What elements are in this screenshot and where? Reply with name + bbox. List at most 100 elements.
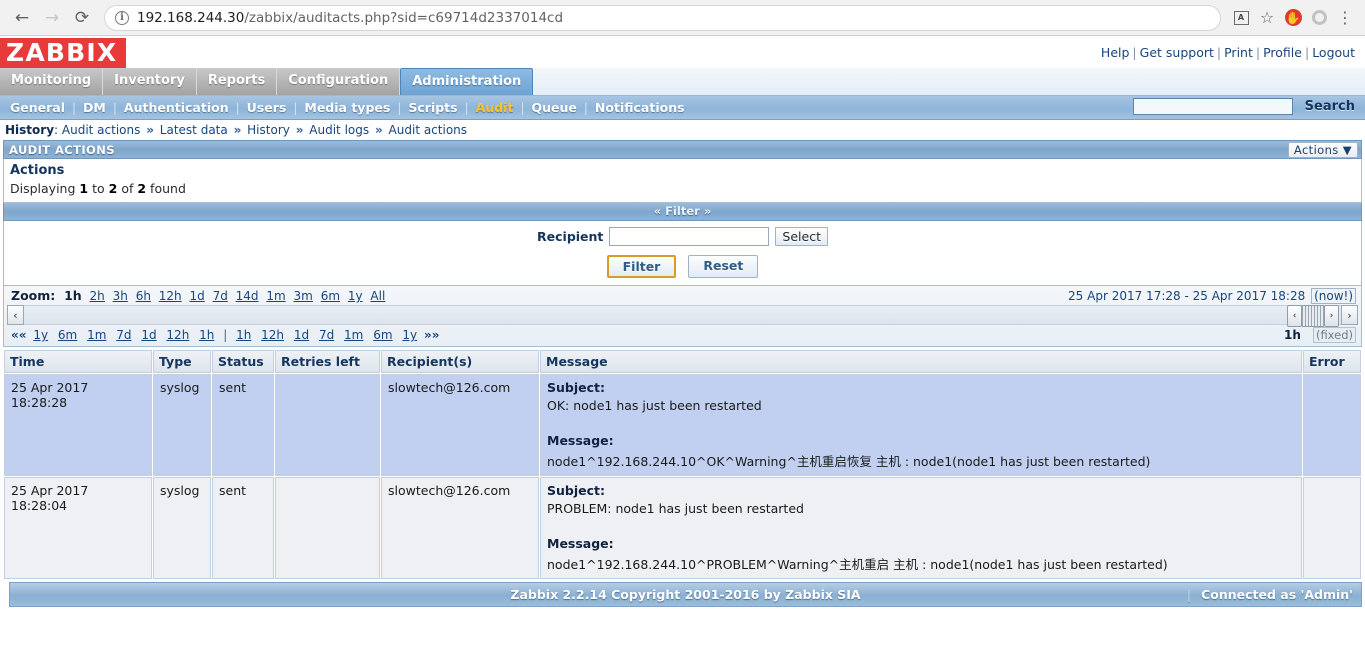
zoom-1m[interactable]: 1m xyxy=(266,289,285,303)
address-bar[interactable]: i 192.168.244.30/zabbix/auditacts.php?si… xyxy=(104,5,1221,31)
nav-prev-7d[interactable]: 7d xyxy=(116,328,131,342)
back-arrow-icon[interactable]: ← xyxy=(8,4,36,32)
nav-next-chevron[interactable]: »» xyxy=(424,328,440,342)
slider-scroll-right-button[interactable]: › xyxy=(1341,305,1358,325)
subnav-audit[interactable]: Audit xyxy=(473,100,517,115)
time-slider-track[interactable]: ‹ › xyxy=(24,305,1341,325)
tab-reports[interactable]: Reports xyxy=(197,68,277,95)
nav-next-1y[interactable]: 1y xyxy=(402,328,417,342)
breadcrumb-sep: » xyxy=(375,123,383,137)
count-of: of xyxy=(121,181,133,196)
handle-right-arrow-icon[interactable]: › xyxy=(1324,305,1339,327)
subnav-queue[interactable]: Queue xyxy=(528,100,579,115)
column-time[interactable]: Time xyxy=(4,350,152,373)
zoom-3h[interactable]: 3h xyxy=(113,289,128,303)
zoom-6m[interactable]: 6m xyxy=(321,289,340,303)
search-area: Search xyxy=(1133,98,1361,115)
nav-prev-6m[interactable]: 6m xyxy=(58,328,77,342)
breadcrumb-item-3[interactable]: Audit logs xyxy=(309,123,369,137)
nav-prev-chevron[interactable]: «« xyxy=(11,328,27,342)
zoom-12h[interactable]: 12h xyxy=(159,289,182,303)
browser-menu-icon[interactable]: ⋮ xyxy=(1333,6,1357,30)
link-get-support[interactable]: Get support xyxy=(1140,45,1214,60)
tab-administration[interactable]: Administration xyxy=(400,68,533,95)
table-row[interactable]: 25 Apr 2017 18:28:04 syslog sent slowtec… xyxy=(4,477,1361,579)
translate-icon[interactable]: A xyxy=(1229,6,1253,30)
time-nav-links: «« 1y 6m 1m 7d 1d 12h 1h | 1h 12h 1d 7d … xyxy=(11,328,439,342)
column-status[interactable]: Status xyxy=(212,350,274,373)
subnav-scripts[interactable]: Scripts xyxy=(405,100,460,115)
adblock-extension-icon[interactable]: ✋ xyxy=(1281,6,1305,30)
breadcrumb-item-0[interactable]: Audit actions xyxy=(62,123,140,137)
subnav-authentication[interactable]: Authentication xyxy=(121,100,232,115)
handle-left-arrow-icon[interactable]: ‹ xyxy=(1287,305,1302,327)
actions-panel: Actions Displaying 1 to 2 of 2 found xyxy=(3,159,1362,203)
subnav-general[interactable]: General xyxy=(7,100,68,115)
subnav-users[interactable]: Users xyxy=(244,100,290,115)
duration-label: 1h xyxy=(1284,328,1301,342)
nav-prev-12h[interactable]: 12h xyxy=(166,328,189,342)
nav-prev-1y[interactable]: 1y xyxy=(33,328,48,342)
tab-monitoring[interactable]: Monitoring xyxy=(0,68,103,95)
link-logout[interactable]: Logout xyxy=(1312,45,1355,60)
breadcrumb-item-1[interactable]: Latest data xyxy=(160,123,228,137)
link-help[interactable]: Help xyxy=(1101,45,1130,60)
extension-circle-icon[interactable] xyxy=(1307,6,1331,30)
actions-dropdown[interactable]: Actions ▼ xyxy=(1288,142,1358,158)
nav-next-6m[interactable]: 6m xyxy=(373,328,392,342)
nav-prev-1d[interactable]: 1d xyxy=(141,328,156,342)
slider-scroll-left-button[interactable]: ‹ xyxy=(7,305,24,325)
link-print[interactable]: Print xyxy=(1224,45,1253,60)
zoom-6h[interactable]: 6h xyxy=(136,289,151,303)
nav-next-1h[interactable]: 1h xyxy=(236,328,251,342)
recipient-input[interactable] xyxy=(609,227,769,246)
fixed-toggle[interactable]: (fixed) xyxy=(1313,327,1356,343)
nav-next-7d[interactable]: 7d xyxy=(319,328,334,342)
reset-button[interactable]: Reset xyxy=(688,255,758,278)
zoom-1d[interactable]: 1d xyxy=(189,289,204,303)
nav-next-12h[interactable]: 12h xyxy=(261,328,284,342)
subnav-notifications[interactable]: Notifications xyxy=(592,100,688,115)
table-row[interactable]: 25 Apr 2017 18:28:28 syslog sent slowtec… xyxy=(4,374,1361,476)
site-info-icon[interactable]: i xyxy=(115,11,129,25)
column-recipients[interactable]: Recipient(s) xyxy=(381,350,539,373)
nav-prev-1m[interactable]: 1m xyxy=(87,328,106,342)
tab-inventory[interactable]: Inventory xyxy=(103,68,197,95)
zoom-all[interactable]: All xyxy=(370,289,385,303)
cell-time: 25 Apr 2017 18:28:28 xyxy=(4,374,152,476)
bookmark-star-icon[interactable]: ☆ xyxy=(1255,6,1279,30)
reload-icon[interactable]: ⟳ xyxy=(68,4,96,32)
breadcrumb-item-4[interactable]: Audit actions xyxy=(389,123,467,137)
range-from[interactable]: 25 Apr 2017 17:28 xyxy=(1068,289,1181,303)
tab-configuration[interactable]: Configuration xyxy=(277,68,400,95)
filter-button[interactable]: Filter xyxy=(607,255,677,278)
time-slider-handle[interactable]: ‹ › xyxy=(1287,305,1341,327)
url-text: 192.168.244.30/zabbix/auditacts.php?sid=… xyxy=(137,10,563,26)
column-retries-left[interactable]: Retries left xyxy=(275,350,380,373)
nav-next-1d[interactable]: 1d xyxy=(294,328,309,342)
zoom-1y[interactable]: 1y xyxy=(348,289,363,303)
subnav-media-types[interactable]: Media types xyxy=(301,100,393,115)
range-to[interactable]: 25 Apr 2017 18:28 xyxy=(1193,289,1306,303)
zabbix-logo: ZABBIX xyxy=(0,38,126,68)
search-button[interactable]: Search xyxy=(1299,99,1361,114)
nav-next-1m[interactable]: 1m xyxy=(344,328,363,342)
handle-grip-icon[interactable] xyxy=(1302,305,1324,327)
select-button[interactable]: Select xyxy=(775,227,828,246)
subject-text: OK: node1 has just been restarted xyxy=(547,398,1295,413)
column-message[interactable]: Message xyxy=(540,350,1302,373)
zoom-14d[interactable]: 14d xyxy=(236,289,259,303)
link-profile[interactable]: Profile xyxy=(1263,45,1302,60)
zoom-2h[interactable]: 2h xyxy=(90,289,105,303)
now-button[interactable]: (now!) xyxy=(1311,288,1356,304)
page-body: AUDIT ACTIONS Actions ▼ Actions Displayi… xyxy=(0,140,1365,609)
filter-header[interactable]: « Filter » xyxy=(3,203,1362,221)
column-error[interactable]: Error xyxy=(1303,350,1361,373)
zoom-7d[interactable]: 7d xyxy=(213,289,228,303)
breadcrumb-item-2[interactable]: History xyxy=(247,123,290,137)
zoom-3m[interactable]: 3m xyxy=(294,289,313,303)
column-type[interactable]: Type xyxy=(153,350,211,373)
search-input[interactable] xyxy=(1133,98,1293,115)
nav-prev-1h[interactable]: 1h xyxy=(199,328,214,342)
subnav-dm[interactable]: DM xyxy=(80,100,109,115)
